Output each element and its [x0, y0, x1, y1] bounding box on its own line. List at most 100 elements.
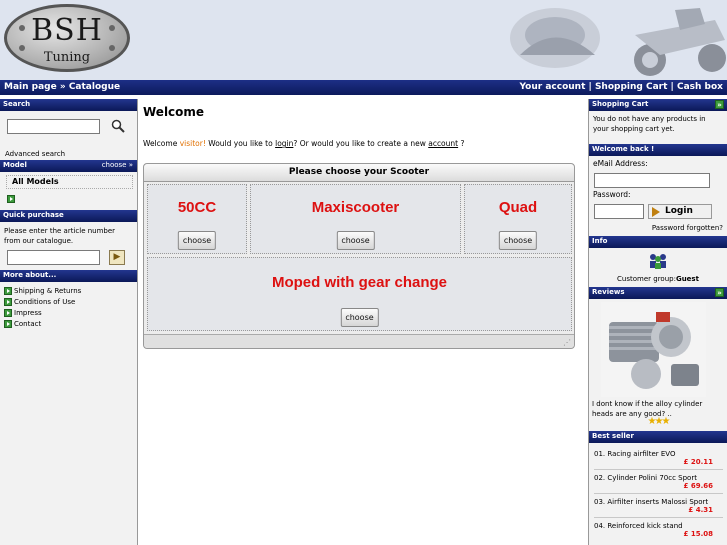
email-field[interactable] [594, 173, 710, 188]
category-moped-with-gear-change[interactable]: Moped with gear change choose [147, 257, 572, 331]
choose-button[interactable]: choose [340, 308, 379, 327]
category-maxiscooter[interactable]: Maxiscooter choose [250, 184, 461, 254]
bestseller-name: 02. Cylinder Polini 70cc Sport [594, 474, 697, 482]
model-box-header: Model choose » [0, 160, 137, 172]
search-box-header: Search [0, 99, 137, 111]
category-name: Quad [498, 199, 538, 216]
quick-purchase-header: Quick purchase [0, 210, 137, 222]
customer-group-text: Customer group:Guest [589, 275, 727, 283]
cart-arrow-icon[interactable]: » [715, 100, 724, 109]
impress-link: Impress [14, 309, 42, 317]
nav-separator: | [670, 82, 674, 92]
password-label: Password: [593, 190, 631, 199]
bsh-tuning-logo[interactable]: BSH Tuning [4, 4, 130, 72]
bestseller-box-title: Best seller [592, 432, 634, 440]
bestseller-item[interactable]: 02. Cylinder Polini 70cc Sport £ 69.66 [590, 470, 727, 493]
bestseller-item[interactable]: 03. Airfilter inserts Malossi Sport £ 4.… [590, 494, 727, 517]
info-box-header: Info [589, 236, 727, 248]
nav-separator: | [588, 82, 592, 92]
welcome-text-part: ? [458, 139, 465, 148]
category-quad[interactable]: Quad choose [464, 184, 572, 254]
scooter-box-title: Please choose your Scooter [144, 164, 574, 182]
more-about-title: More about... [3, 271, 57, 279]
bestseller-name: 01. Racing airfilter EVO [594, 450, 676, 458]
customer-group-value: Guest [675, 275, 699, 283]
review-rating-stars-icon: ★★★ [647, 416, 671, 427]
welcome-message: Welcome visitor! Would you like to login… [143, 139, 464, 148]
advanced-search-link[interactable]: Advanced search [2, 147, 68, 161]
cart-empty-message: You do not have any products in your sho… [593, 115, 706, 133]
quick-purchase-title: Quick purchase [3, 211, 64, 219]
top-account-links: Your account | Shopping Cart | Cash box [519, 82, 723, 92]
search-box-title: Search [3, 100, 31, 108]
more-about-item[interactable]: Shipping & Returns [4, 286, 81, 297]
shipping-returns-link: Shipping & Returns [14, 287, 82, 295]
customer-group-icon [650, 254, 666, 269]
search-input[interactable] [7, 119, 100, 134]
cart-box-header: Shopping Cart » [589, 99, 727, 111]
visitor-label: visitor! [179, 139, 206, 148]
cash-box-link[interactable]: Cash box [677, 82, 723, 92]
password-forgotten-link[interactable]: Password forgotten? [652, 224, 723, 232]
choose-button[interactable]: choose [498, 231, 538, 250]
welcome-back-header: Welcome back ! [589, 144, 727, 156]
article-number-input[interactable] [7, 250, 100, 265]
reviews-box-header: Reviews » [589, 287, 727, 299]
cart-box-title: Shopping Cart [592, 100, 649, 108]
more-about-item[interactable]: Impress [4, 308, 81, 319]
more-arrow-icon[interactable] [7, 195, 15, 203]
arrow-icon [4, 320, 12, 328]
welcome-back-title: Welcome back ! [592, 145, 655, 153]
right-sidebar: Shopping Cart » You do not have any prod… [588, 99, 727, 545]
search-icon[interactable] [111, 119, 125, 133]
bestseller-item[interactable]: 04. Reinforced kick stand £ 15.08 [590, 518, 727, 541]
resize-grip-icon[interactable]: ⋰ [563, 338, 571, 347]
logo-subtext: Tuning [43, 50, 91, 65]
bestseller-list: 01. Racing airfilter EVO £ 20.11 02. Cyl… [590, 446, 727, 541]
main-content: Welcome Welcome visitor! Would you like … [140, 99, 586, 545]
category-name: Maxiscooter [311, 199, 400, 216]
choose-button[interactable]: choose [177, 231, 217, 250]
bestseller-price: £ 4.31 [688, 506, 713, 514]
more-about-item[interactable]: Contact [4, 319, 81, 330]
category-name: 50CC [177, 199, 217, 216]
email-label: eMail Address: [593, 159, 648, 168]
your-account-link[interactable]: Your account [519, 82, 585, 92]
breadcrumb-separator: » [59, 82, 66, 92]
bestseller-item[interactable]: 01. Racing airfilter EVO £ 20.11 [590, 446, 727, 469]
customer-group-label: Customer group: [617, 275, 676, 283]
bestseller-price: £ 69.66 [683, 482, 713, 490]
scooter-banner-image [500, 0, 727, 80]
info-box-title: Info [592, 237, 608, 245]
page-title: Welcome [143, 105, 205, 119]
review-product-image[interactable] [601, 302, 706, 397]
reviews-box-title: Reviews [592, 288, 625, 296]
arrow-icon [4, 287, 12, 295]
breadcrumb-catalogue[interactable]: Catalogue [69, 82, 120, 92]
model-choose-link[interactable]: choose » [102, 161, 133, 169]
all-models-item[interactable]: All Models [6, 175, 133, 189]
more-about-item[interactable]: Conditions of Use [4, 297, 81, 308]
shopping-cart-link[interactable]: Shopping Cart [595, 82, 667, 92]
more-about-header: More about... [0, 270, 137, 282]
left-sidebar: Search Advanced search Model choose » Al… [0, 99, 138, 545]
navigation-bar: Main page » Catalogue Your account | Sho… [0, 80, 727, 95]
login-link[interactable]: login [275, 139, 293, 148]
breadcrumb-main-page[interactable]: Main page [4, 82, 57, 92]
bestseller-price: £ 15.08 [683, 530, 713, 538]
category-50cc[interactable]: 50CC choose [147, 184, 247, 254]
logo-text: BSH [31, 13, 103, 48]
scooter-selection-box: Please choose your Scooter 50CC choose M… [143, 163, 575, 349]
header: BSH Tuning [0, 0, 727, 80]
welcome-text-part: Welcome [143, 139, 180, 148]
bestseller-box-header: Best seller [589, 431, 727, 443]
account-link[interactable]: account [428, 139, 458, 148]
quick-purchase-go-button[interactable]: ▶ [109, 250, 125, 265]
welcome-text-part: ? Or would you like to create a new [293, 139, 429, 148]
password-field[interactable] [594, 204, 644, 219]
scooter-box-footer: ⋰ [144, 334, 574, 348]
choose-button[interactable]: choose [336, 231, 375, 250]
model-box-title: Model [3, 161, 27, 169]
reviews-arrow-icon[interactable]: » [715, 288, 724, 297]
login-button[interactable]: Login [648, 204, 712, 219]
